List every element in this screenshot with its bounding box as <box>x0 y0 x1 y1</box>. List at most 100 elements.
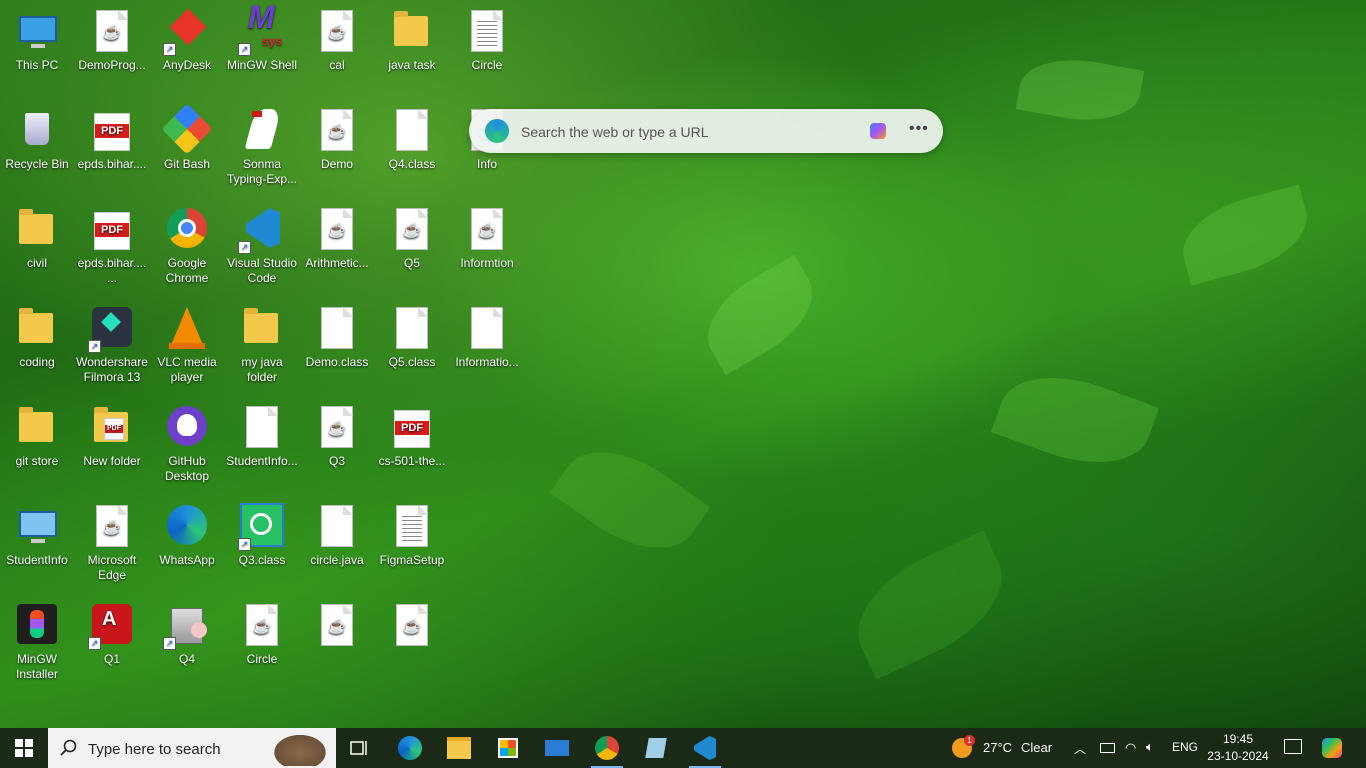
wallpaper-leaf <box>549 427 711 573</box>
file-icon <box>463 305 511 353</box>
icon-label: MinGW Shell <box>226 58 297 72</box>
desktop-icon-java-task[interactable]: java task <box>375 8 449 73</box>
taskbar-search-input[interactable] <box>86 738 260 760</box>
show-hidden-icons-button[interactable]: ︿ <box>1074 740 1086 757</box>
desktop-icon-q4[interactable]: ☕ <box>300 602 374 652</box>
figma-icon <box>13 602 61 650</box>
weather-badge: 1 <box>964 735 975 746</box>
more-options-button[interactable]: ••• <box>909 120 929 138</box>
desktop-icon-informtion[interactable]: ☕ Informtion <box>450 206 524 271</box>
volume-icon[interactable]: 🔈︎ <box>1146 739 1154 755</box>
desktop-icon-studentinfo-class[interactable]: StudentInfo... <box>225 404 299 469</box>
desktop-icon-mingw-installer[interactable]: ↗ Q4 <box>150 602 224 667</box>
icon-label: Q5 <box>403 256 420 270</box>
desktop-icon-q3[interactable]: ☕ Q3 <box>300 404 374 469</box>
desktop-icon-new-folder[interactable]: PDF New folder <box>75 404 149 469</box>
desktop-icon-studentinfo[interactable]: ☕ Microsoft Edge <box>75 503 149 583</box>
desktop-icon-q5[interactable]: ☕ Q5 <box>375 206 449 271</box>
desktop-icon-epds-1[interactable]: PDF epds.bihar.... <box>75 107 149 172</box>
clock[interactable]: 19:45 23-10-2024 <box>1196 731 1280 765</box>
icon-label: Q1 <box>103 652 120 666</box>
desktop-icon-vlc[interactable]: VLC media player <box>150 305 224 385</box>
icon-label: VLC media player <box>157 355 217 384</box>
icon-label: Q3 <box>328 454 345 468</box>
java-file-icon: ☕ <box>463 206 511 254</box>
taskbar-store[interactable] <box>484 728 532 768</box>
icon-label: This PC <box>15 58 59 72</box>
task-view-button[interactable] <box>336 728 384 768</box>
desktop-icon-q3-class[interactable]: circle.java <box>300 503 374 568</box>
icon-label: AnyDesk <box>162 58 212 72</box>
language-indicator[interactable]: ENG <box>1172 740 1198 754</box>
desktop-icon-control-panel[interactable]: StudentInfo <box>0 503 74 568</box>
icon-label: epds.bihar.... <box>77 157 147 171</box>
web-search-input[interactable] <box>519 120 843 144</box>
desktop-icon-cs-501[interactable]: PDF cs-501-the... <box>375 404 449 469</box>
icon-label: WhatsApp <box>159 553 215 567</box>
clock-date: 23-10-2024 <box>1207 749 1269 763</box>
desktop-icon-filmora[interactable]: ↗ Wondershare Filmora 13 <box>75 305 149 385</box>
taskbar-search[interactable] <box>48 728 336 768</box>
desktop-icon-figmasetup[interactable]: MinGW Installer <box>0 602 74 682</box>
desktop-icon-vscode[interactable]: ↗ Visual Studio Code <box>225 206 299 286</box>
desktop-icon-git-store[interactable]: git store <box>0 404 74 469</box>
desktop-icon-anydesk[interactable]: ↗ AnyDesk <box>150 8 224 73</box>
desktop-icon-chrome[interactable]: Google Chrome <box>150 206 224 286</box>
java-file-icon: ☕ <box>313 8 361 56</box>
java-file-icon: ☕ <box>313 206 361 254</box>
desktop-icon-git-bash[interactable]: Git Bash <box>150 103 224 172</box>
desktop-icon-q1[interactable]: ☕ Circle <box>225 602 299 667</box>
notifications-button[interactable] <box>1284 739 1302 754</box>
taskbar-mail[interactable] <box>533 728 581 768</box>
icon-label: Q3.class <box>238 553 286 567</box>
desktop-icon-civil[interactable]: civil <box>0 206 74 271</box>
shortcut-arrow-icon: ↗ <box>238 43 251 56</box>
taskbar-file-explorer[interactable] <box>435 728 483 768</box>
desktop-icon-q4-class[interactable]: Q4.class <box>375 107 449 172</box>
icon-label: Q5.class <box>388 355 436 369</box>
java-file-icon: ☕ <box>313 107 361 155</box>
desktop-icon-this-pc[interactable]: This PC <box>0 8 74 73</box>
desktop-icon-circle-java[interactable]: FigmaSetup <box>375 503 449 568</box>
desktop-icon-circle[interactable]: Circle <box>450 8 524 73</box>
edge-search-bar[interactable]: ••• <box>469 109 943 153</box>
battery-icon[interactable] <box>1100 743 1115 753</box>
weather-widget[interactable]: 1 27°C Clear <box>950 728 1060 768</box>
desktop-icon-demo[interactable]: ☕ Demo <box>300 107 374 172</box>
edge-icon <box>398 736 422 760</box>
start-button[interactable] <box>0 728 48 768</box>
desktop-icon-edge[interactable]: WhatsApp <box>150 503 224 568</box>
desktop-icon-github-desktop[interactable]: GitHub Desktop <box>150 404 224 484</box>
taskbar-edge[interactable] <box>386 728 434 768</box>
copilot-icon[interactable] <box>870 123 886 139</box>
desktop-icon-coding[interactable]: coding <box>0 305 74 370</box>
desktop-icon-circle-2[interactable]: ☕ <box>375 602 449 652</box>
desktop-icon-demo-class[interactable]: Demo.class <box>300 305 374 370</box>
icon-label: Wondershare Filmora 13 <box>76 355 148 384</box>
wifi-icon[interactable]: ◠ <box>1125 740 1136 756</box>
search-icon <box>60 739 77 756</box>
desktop-icon-q5-class[interactable]: Q5.class <box>375 305 449 370</box>
java-file-icon: ☕ <box>388 206 436 254</box>
copilot-taskbar-button[interactable] <box>1322 738 1342 758</box>
edge-icon <box>485 119 509 143</box>
desktop-icon-adobe-acrobat[interactable]: A ↗ Q1 <box>75 602 149 667</box>
taskbar-chrome[interactable] <box>583 728 631 768</box>
mail-icon <box>545 740 569 756</box>
wallpaper-leaf <box>690 254 830 376</box>
desktop-icon-mingw-shell[interactable]: M sys ↗ MinGW Shell <box>225 1 299 73</box>
desktop-icon-my-java-folder[interactable]: my java folder <box>225 305 299 385</box>
taskbar-vscode[interactable] <box>681 728 729 768</box>
desktop-icon-cal[interactable]: ☕ cal <box>300 8 374 73</box>
desktop-icon-recycle-bin[interactable]: Recycle Bin <box>0 107 74 172</box>
desktop-icon-epds-2[interactable]: PDF epds.bihar.... ... <box>75 206 149 286</box>
icon-label: GitHub Desktop <box>164 454 210 483</box>
desktop-icon-arithmetic[interactable]: ☕ Arithmetic... <box>300 206 374 271</box>
desktop-icon-whatsapp[interactable]: ↗ Q3.class <box>225 503 299 568</box>
pdf-icon: PDF <box>88 107 136 155</box>
desktop-icon-sonma[interactable]: Sonma Typing-Exp... <box>225 107 299 187</box>
taskbar-app[interactable] <box>632 728 680 768</box>
desktop-icon-demoprog[interactable]: ☕ DemoProg... <box>75 8 149 73</box>
desktop-icon-informatio[interactable]: Informatio... <box>450 305 524 370</box>
file-icon <box>238 404 286 452</box>
